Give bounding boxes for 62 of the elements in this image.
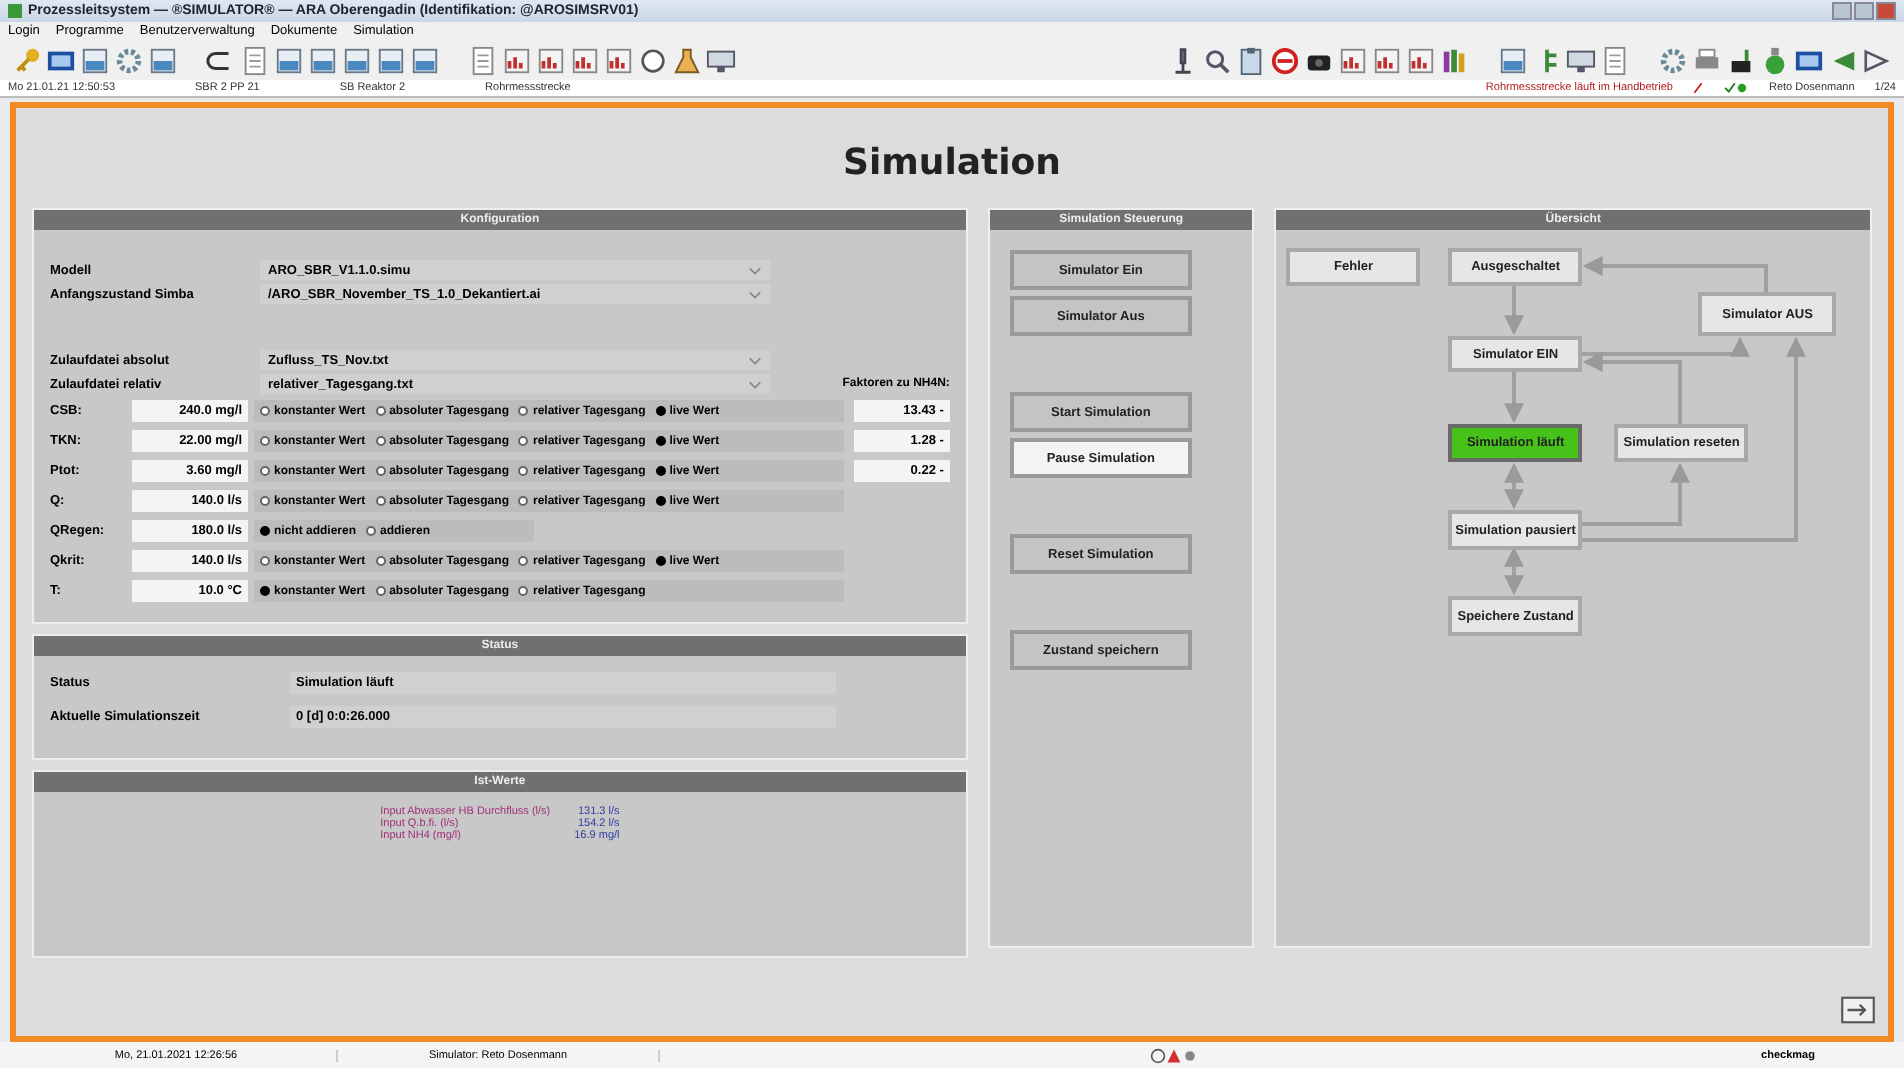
radio-dot[interactable] bbox=[375, 406, 386, 416]
tank-icon[interactable] bbox=[274, 45, 304, 75]
radio-dot[interactable] bbox=[260, 586, 270, 596]
app-icon bbox=[8, 4, 22, 18]
document-icon[interactable] bbox=[1600, 45, 1630, 75]
radio-dot[interactable] bbox=[375, 556, 386, 566]
radio-dot[interactable] bbox=[375, 466, 386, 476]
radio-dot[interactable] bbox=[655, 406, 666, 416]
chart-icon[interactable] bbox=[1406, 45, 1436, 75]
chart-icon[interactable] bbox=[604, 45, 634, 75]
radio-dot[interactable] bbox=[518, 556, 529, 566]
tank-icon[interactable] bbox=[1498, 45, 1528, 75]
radio-dot[interactable] bbox=[518, 496, 529, 506]
document-icon[interactable] bbox=[468, 45, 498, 75]
gear-icon[interactable] bbox=[114, 45, 144, 75]
chart-icon[interactable] bbox=[1372, 45, 1402, 75]
tank-icon[interactable] bbox=[376, 45, 406, 75]
connector-arrow bbox=[1504, 286, 1525, 336]
page-title: Simulation bbox=[841, 140, 1063, 188]
radio-dot[interactable] bbox=[518, 466, 529, 476]
stop-icon[interactable] bbox=[1270, 45, 1300, 75]
pen-icon bbox=[1692, 82, 1705, 94]
tank-icon[interactable] bbox=[80, 45, 110, 75]
radio-dot[interactable] bbox=[260, 496, 270, 506]
tank-icon[interactable] bbox=[308, 45, 338, 75]
tank-icon[interactable] bbox=[342, 45, 372, 75]
connector-arrow bbox=[1504, 546, 1525, 596]
radio-dot[interactable] bbox=[518, 586, 529, 596]
radio-dot[interactable] bbox=[655, 466, 666, 476]
chart-icon[interactable] bbox=[1338, 45, 1368, 75]
radio-dot[interactable] bbox=[260, 466, 270, 476]
monitor-icon[interactable] bbox=[706, 45, 736, 75]
chart-icon[interactable] bbox=[536, 45, 566, 75]
radio-dot[interactable] bbox=[518, 436, 529, 446]
books-icon[interactable] bbox=[1440, 45, 1470, 75]
circle-icon[interactable] bbox=[638, 45, 668, 75]
radio-dot[interactable] bbox=[375, 496, 386, 506]
exit-icon[interactable] bbox=[1840, 996, 1876, 1024]
radio-dot[interactable] bbox=[518, 406, 529, 416]
radio-dot[interactable] bbox=[260, 406, 270, 416]
check-icon bbox=[1724, 82, 1749, 94]
radio-dot[interactable] bbox=[260, 526, 270, 536]
radio-dot[interactable] bbox=[655, 496, 666, 506]
flask-icon[interactable] bbox=[672, 45, 702, 75]
connector-arrow bbox=[1504, 462, 1525, 510]
monitor-icon[interactable] bbox=[1566, 45, 1596, 75]
radio-dot[interactable] bbox=[655, 556, 666, 566]
radio-dot[interactable] bbox=[260, 556, 270, 566]
clipboard-icon[interactable] bbox=[1236, 45, 1266, 75]
radio-dot[interactable] bbox=[260, 436, 270, 446]
radio-dot[interactable] bbox=[366, 526, 377, 536]
radio-dot[interactable] bbox=[655, 436, 666, 446]
radio-dot[interactable] bbox=[375, 436, 386, 446]
arrow-right-icon[interactable] bbox=[1862, 45, 1892, 75]
radio-dot[interactable] bbox=[375, 586, 386, 596]
search-icon[interactable] bbox=[1202, 45, 1232, 75]
tank-icon[interactable] bbox=[148, 45, 178, 75]
chart-icon[interactable] bbox=[570, 45, 600, 75]
tank-icon[interactable] bbox=[410, 45, 440, 75]
gear-icon[interactable] bbox=[1658, 45, 1688, 75]
connector-arrow bbox=[1504, 372, 1525, 424]
chart-icon[interactable] bbox=[502, 45, 532, 75]
